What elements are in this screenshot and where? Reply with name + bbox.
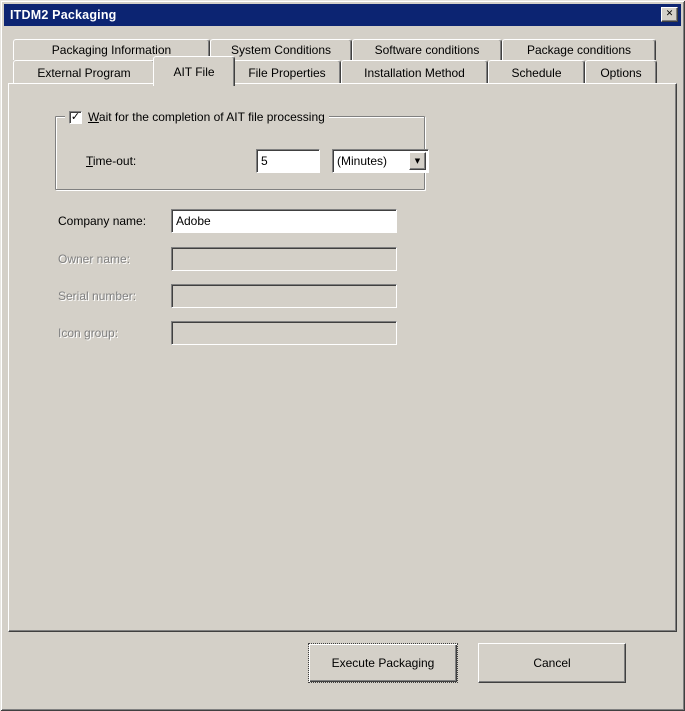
- close-button[interactable]: ✕: [661, 7, 678, 22]
- window-title: ITDM2 Packaging: [10, 8, 117, 22]
- serial-number-input: [171, 284, 397, 308]
- timeout-label: Time-out:: [86, 154, 137, 168]
- timeout-input[interactable]: [256, 149, 320, 173]
- tab-label: Schedule: [511, 65, 562, 80]
- title-bar[interactable]: ITDM2 Packaging ✕: [4, 4, 681, 26]
- owner-name-input: [171, 247, 397, 271]
- tab-row-2: External Program AIT File File Propertie…: [13, 56, 677, 86]
- timeout-unit-value: (Minutes): [337, 154, 388, 168]
- checkmark-icon: ✓: [70, 110, 81, 123]
- chevron-down-icon: ▼: [414, 156, 421, 165]
- tab-label: Packaging Information: [51, 43, 172, 57]
- tab-ait-file[interactable]: AIT File: [153, 56, 235, 86]
- combobox-dropdown-button[interactable]: ▼: [409, 152, 426, 170]
- tab-package-conditions[interactable]: Package conditions: [502, 39, 656, 60]
- dialog-window: ITDM2 Packaging ✕ Packaging Information …: [0, 0, 685, 711]
- tab-label: File Properties: [248, 65, 326, 80]
- serial-number-row: Serial number:: [58, 284, 418, 308]
- ait-file-tab-page: ✓ Wait for the completion of AIT file pr…: [8, 83, 677, 632]
- wait-checkbox[interactable]: ✓: [69, 110, 82, 124]
- icon-group-input: [171, 321, 397, 345]
- cancel-button[interactable]: Cancel: [478, 643, 626, 683]
- execute-packaging-button[interactable]: Execute Packaging: [308, 643, 458, 683]
- company-name-input[interactable]: [171, 209, 397, 233]
- tab-label: Software conditions: [374, 43, 480, 57]
- owner-name-label: Owner name:: [58, 252, 131, 266]
- company-name-row: Company name:: [58, 209, 418, 233]
- tab-file-properties[interactable]: File Properties: [233, 60, 341, 84]
- tab-label: External Program: [37, 65, 131, 80]
- wait-group-box: ✓ Wait for the completion of AIT file pr…: [55, 110, 429, 190]
- wait-group-legend: ✓ Wait for the completion of AIT file pr…: [65, 110, 329, 124]
- company-name-label: Company name:: [58, 214, 147, 228]
- tab-schedule[interactable]: Schedule: [488, 60, 585, 84]
- tab-options[interactable]: Options: [585, 60, 657, 84]
- icon-group-row: Icon group:: [58, 321, 418, 345]
- tab-label: Package conditions: [526, 43, 632, 57]
- tab-external-program[interactable]: External Program: [13, 60, 155, 84]
- tab-row-1: Packaging Information System Conditions …: [13, 39, 677, 60]
- timeout-row: Time-out: (Minutes) ▼: [86, 149, 429, 173]
- tab-control: Packaging Information System Conditions …: [8, 33, 677, 632]
- timeout-unit-combobox[interactable]: (Minutes) ▼: [332, 149, 429, 173]
- tab-label: System Conditions: [230, 43, 332, 57]
- owner-name-row: Owner name:: [58, 247, 418, 271]
- icon-group-label: Icon group:: [58, 326, 119, 340]
- serial-number-label: Serial number:: [58, 289, 137, 303]
- tab-label: Options: [600, 65, 642, 80]
- tab-label: AIT File: [173, 64, 215, 79]
- wait-checkbox-label: Wait for the completion of AIT file proc…: [88, 110, 325, 124]
- tab-label: Installation Method: [364, 65, 465, 80]
- tab-software-conditions[interactable]: Software conditions: [352, 39, 502, 60]
- tab-installation-method[interactable]: Installation Method: [341, 60, 488, 84]
- close-icon: ✕: [665, 8, 674, 19]
